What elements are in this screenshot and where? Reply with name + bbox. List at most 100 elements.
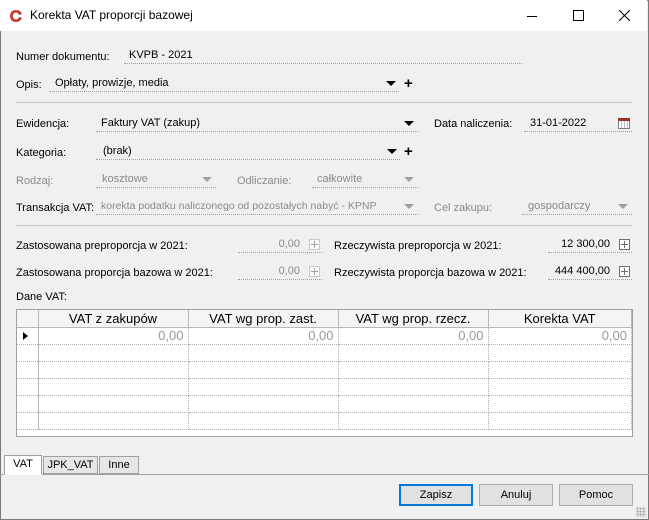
table-cell[interactable]: 0,00 <box>188 327 339 345</box>
kategoria-combo[interactable]: (brak) <box>96 143 400 160</box>
tab-vat[interactable]: VAT <box>4 455 42 475</box>
kategoria-label: Kategoria: <box>16 147 67 159</box>
rodzaj-label: Rodzaj: <box>16 175 54 187</box>
row-indicator <box>17 361 39 379</box>
table-cell[interactable] <box>488 412 632 430</box>
row-indicator <box>17 344 39 362</box>
calculator-icon[interactable] <box>619 266 630 277</box>
desc-label: Opis: <box>16 79 42 91</box>
transakcja-label: Transakcja VAT: <box>16 202 95 214</box>
tab-inne[interactable]: Inne <box>99 456 139 474</box>
table-cell[interactable] <box>338 344 489 362</box>
odliczanie-value: całkowite <box>317 173 363 185</box>
table-cell[interactable] <box>38 344 189 362</box>
odliczanie-label: Odliczanie: <box>237 175 292 187</box>
table-row[interactable]: 0,00 0,00 0,00 0,00 <box>17 327 632 345</box>
table-cell[interactable] <box>188 395 339 413</box>
data-naliczenia-field[interactable]: 31-01-2022 <box>524 115 632 132</box>
column-header[interactable]: VAT z zakupów <box>38 310 189 328</box>
table-cell[interactable] <box>488 395 632 413</box>
table-cell[interactable] <box>188 412 339 430</box>
table-cell[interactable] <box>338 395 489 413</box>
table-cell[interactable]: 0,00 <box>338 327 489 345</box>
table-cell[interactable] <box>488 361 632 379</box>
table-cell[interactable] <box>488 344 632 362</box>
add-kategoria-button[interactable]: + <box>404 144 413 159</box>
cel-zakupu-label: Cel zakupu: <box>434 202 493 214</box>
zast-proporcja-bazowa-value: 0,00 <box>278 265 300 277</box>
table-cell[interactable] <box>188 344 339 362</box>
row-indicator-header <box>17 310 39 328</box>
close-icon <box>618 10 630 21</box>
table-cell[interactable]: 0,00 <box>38 327 189 345</box>
doc-number-label: Numer dokumentu: <box>16 51 110 63</box>
zast-preproporcja-label: Zastosowana preproporcja w 2021: <box>16 240 188 252</box>
table-cell[interactable] <box>38 361 189 379</box>
maximize-icon <box>572 10 584 21</box>
table-cell[interactable] <box>38 378 189 396</box>
table-cell[interactable]: 0,00 <box>488 327 632 345</box>
current-row-pointer-icon <box>23 331 28 340</box>
cel-zakupu-value: gospodarczy <box>528 200 591 212</box>
table-header-row: VAT z zakupów VAT wg prop. zast. VAT wg … <box>17 310 632 328</box>
table-cell[interactable] <box>338 378 489 396</box>
zast-proporcja-bazowa-field: 0,00 <box>238 263 322 280</box>
rzecz-preproporcja-label: Rzeczywista preproporcja w 2021: <box>334 240 502 252</box>
data-naliczenia-label: Data naliczenia: <box>434 118 513 130</box>
doc-number-value: KVPB - 2021 <box>129 49 193 61</box>
data-naliczenia-value: 31-01-2022 <box>530 117 587 129</box>
resize-grip[interactable] <box>636 507 646 517</box>
column-header[interactable]: VAT wg prop. zast. <box>188 310 339 328</box>
calendar-icon[interactable] <box>618 118 630 129</box>
window-title: Korekta VAT proporcji bazowej <box>30 8 193 22</box>
column-header[interactable]: VAT wg prop. rzecz. <box>338 310 489 328</box>
table-row[interactable] <box>17 378 632 396</box>
table-cell[interactable] <box>338 361 489 379</box>
table-row[interactable] <box>17 395 632 413</box>
table-cell[interactable] <box>188 361 339 379</box>
table-cell[interactable] <box>488 378 632 396</box>
rzecz-preproporcja-value: 12 300,00 <box>561 238 610 250</box>
row-indicator <box>17 412 39 430</box>
chevron-down-icon <box>202 177 212 182</box>
rzecz-proporcja-bazowa-label: Rzeczywista proporcja bazowa w 2021: <box>334 267 527 279</box>
calculator-icon <box>309 239 320 250</box>
vat-data-grid[interactable]: VAT z zakupów VAT wg prop. zast. VAT wg … <box>16 309 633 437</box>
maximize-button[interactable] <box>555 0 601 31</box>
close-button[interactable] <box>601 0 647 31</box>
cancel-button[interactable]: Anuluj <box>479 484 553 506</box>
transakcja-combo: korekta podatku naliczonego od pozostały… <box>96 198 418 215</box>
table-cell[interactable] <box>188 378 339 396</box>
chevron-down-icon <box>386 81 396 86</box>
separator <box>16 225 632 226</box>
calculator-icon[interactable] <box>619 239 630 250</box>
title-bar[interactable]: Korekta VAT proporcji bazowej <box>0 0 647 31</box>
table-cell[interactable] <box>38 395 189 413</box>
table-cell[interactable] <box>338 412 489 430</box>
dane-vat-label: Dane VAT: <box>16 291 67 303</box>
vat-table: VAT z zakupów VAT wg prop. zast. VAT wg … <box>17 310 632 430</box>
table-row[interactable] <box>17 361 632 379</box>
desc-combo[interactable]: Opłaty, prowizje, media <box>49 75 399 92</box>
chevron-down-icon <box>404 204 414 209</box>
column-header[interactable]: Korekta VAT <box>488 310 632 328</box>
zast-preproporcja-value: 0,00 <box>278 238 300 250</box>
table-cell[interactable] <box>38 412 189 430</box>
tab-jpk-vat[interactable]: JPK_VAT <box>43 456 98 474</box>
chevron-down-icon <box>387 149 397 154</box>
table-row[interactable] <box>17 344 632 362</box>
save-button[interactable]: Zapisz <box>399 484 473 506</box>
row-indicator <box>17 395 39 413</box>
help-button[interactable]: Pomoc <box>559 484 633 506</box>
row-indicator <box>17 327 39 345</box>
minimize-button[interactable] <box>509 0 555 31</box>
table-row[interactable] <box>17 412 632 430</box>
ewidencja-combo[interactable]: Faktury VAT (zakup) <box>96 115 418 132</box>
rzecz-preproporcja-field[interactable]: 12 300,00 <box>548 236 632 253</box>
tab-strip-line <box>0 474 649 475</box>
add-desc-button[interactable]: + <box>404 76 413 91</box>
doc-number-field[interactable]: KVPB - 2021 <box>124 48 522 64</box>
separator <box>16 102 632 103</box>
chevron-down-icon <box>618 204 628 209</box>
rzecz-proporcja-bazowa-field[interactable]: 444 400,00 <box>548 263 632 280</box>
